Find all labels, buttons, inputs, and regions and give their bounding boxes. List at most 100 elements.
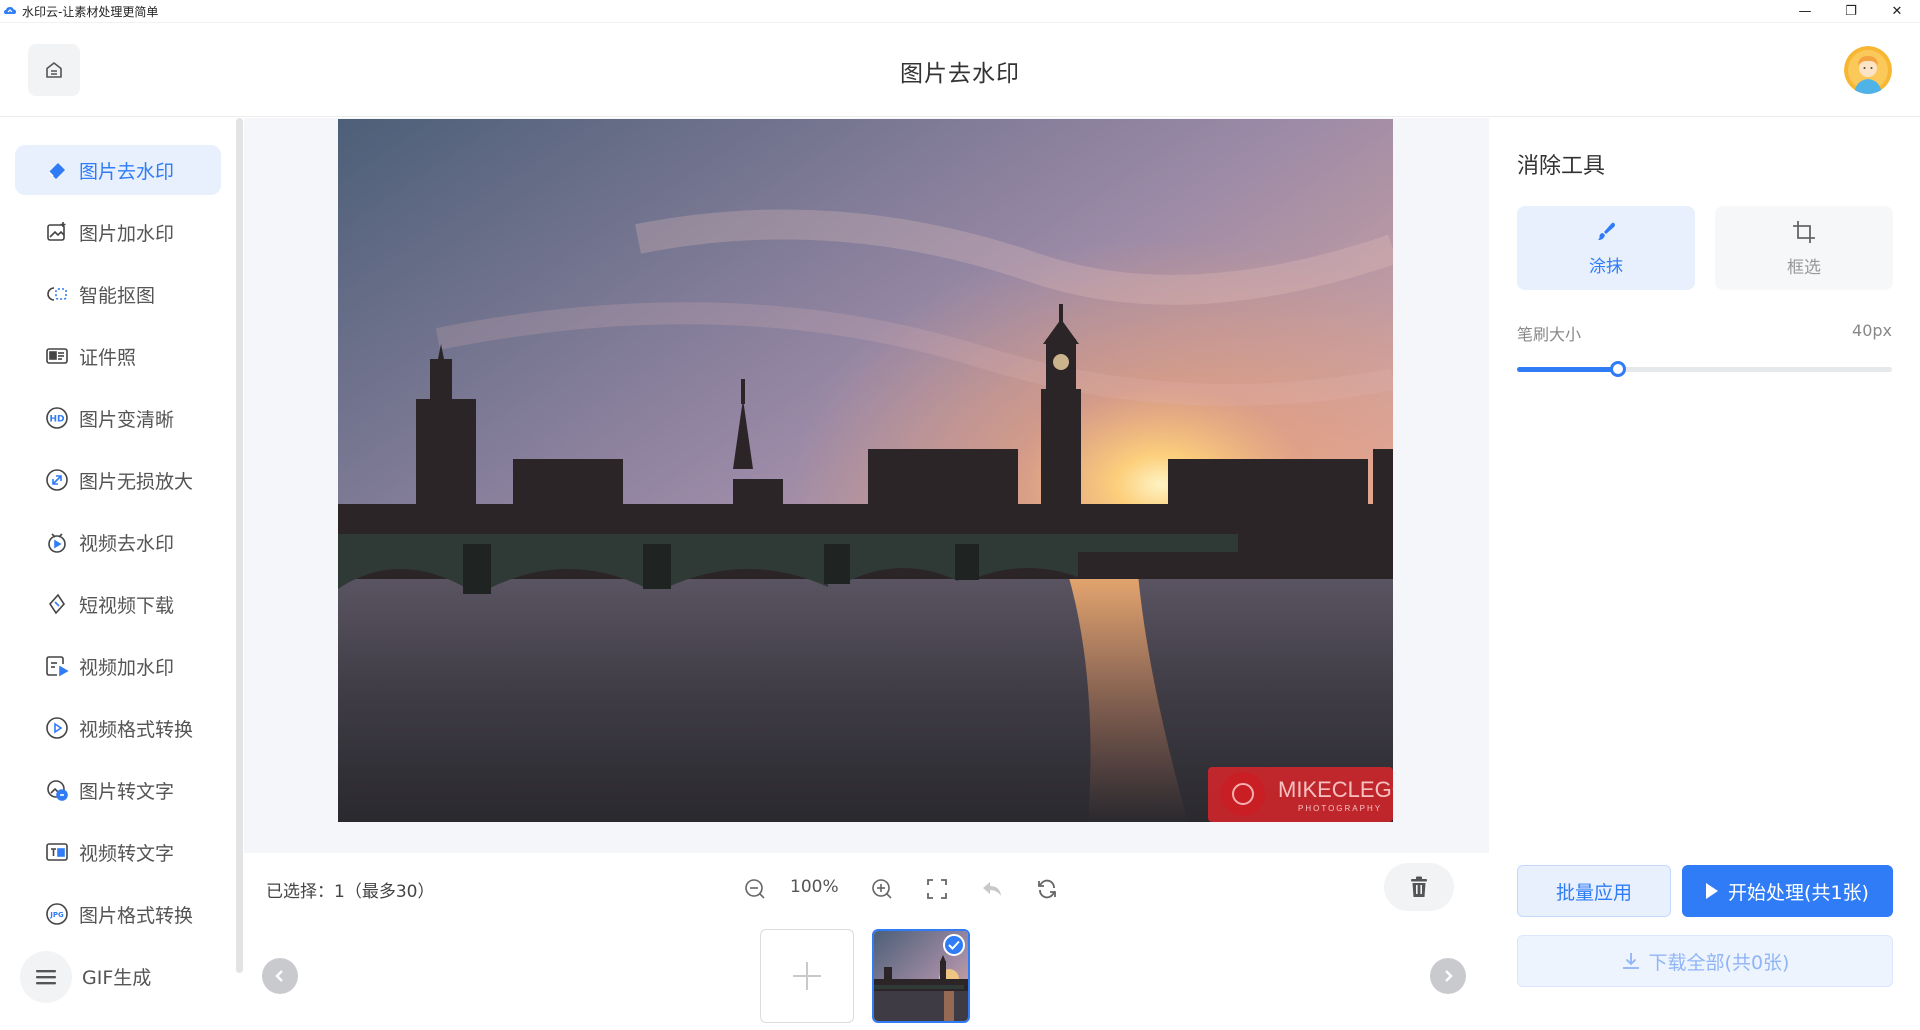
zoom-in-icon [872,879,892,899]
sidebar-item-video-to-text[interactable]: 视频转文字 [15,827,221,877]
box-select-mode-button[interactable]: 框选 [1715,206,1893,290]
window-title: 水印云-让素材处理更简单 [22,4,159,19]
zoom-out-button[interactable] [741,875,769,903]
jpg-icon: JPG [44,901,70,927]
watermark-text: MIKECLEGG [1278,777,1393,802]
image-thumbnail[interactable] [872,929,970,1023]
video-eraser-icon [44,529,70,555]
sidebar: 图片去水印 图片加水印 智能抠图 证件照 HD 图片变清晰 图片无损放大 视频去… [0,118,244,1030]
sidebar-item-image-remove-watermark[interactable]: 图片去水印 [15,145,221,195]
close-button[interactable]: ✕ [1874,0,1920,23]
app-logo-icon [4,7,16,14]
zoom-out-icon [745,879,765,899]
fit-screen-button[interactable] [923,875,951,903]
start-process-button[interactable]: 开始处理(共1张) [1682,865,1893,917]
sidebar-item-label: 图片格式转换 [79,904,194,927]
selection-count: 已选择：1（最多30） [266,882,435,902]
sidebar-item-smart-cutout[interactable]: 智能抠图 [15,269,221,319]
video-add-icon [44,653,70,679]
sidebar-item-label: 图片无损放大 [79,470,194,493]
sidebar-item-id-photo[interactable]: 证件照 [15,331,221,381]
sidebar-item-image-format-convert[interactable]: JPG 图片格式转换 [15,889,221,939]
sidebar-item-image-sharpen[interactable]: HD 图片变清晰 [15,393,221,443]
sidebar-collapse-button[interactable] [20,951,72,1003]
sidebar-item-label: 图片转文字 [79,780,175,803]
minimize-button[interactable]: — [1782,0,1828,23]
slider-fill [1517,367,1619,372]
user-avatar[interactable] [1844,46,1892,94]
svg-text:HD: HD [49,415,64,425]
zoom-in-button[interactable] [868,875,896,903]
app-header: 图片去水印 [0,23,1920,117]
brush-size-value: 40px [1852,321,1892,340]
cutout-icon [44,281,70,307]
sidebar-item-label: 视频加水印 [79,656,175,679]
next-page-button[interactable] [1430,958,1466,994]
sidebar-item-video-remove-watermark[interactable]: 视频去水印 [15,517,221,567]
chevron-left-icon [275,970,283,982]
refresh-icon [1038,879,1056,899]
brush-size-label: 笔刷大小 [1517,325,1582,344]
undo-icon [983,882,1001,896]
sidebar-item-video-format-convert[interactable]: 视频格式转换 [15,703,221,753]
thumbnail-strip [244,923,1489,1030]
canvas-toolbar: 已选择：1（最多30） 100% [244,853,1489,923]
sidebar-item-label: GIF生成 [82,966,152,989]
sidebar-item-label: 图片变清晰 [79,408,175,431]
edit-image[interactable]: MIKECLEGG PHOTOGRAPHY [338,119,1393,822]
watermark-subtext: PHOTOGRAPHY [1298,804,1382,813]
sidebar-item-image-to-text[interactable]: 图片转文字 [15,765,221,815]
panel-title: 消除工具 [1517,154,1606,179]
sidebar-item-label: 视频格式转换 [79,718,194,741]
image-text-icon [44,777,70,803]
slider-handle[interactable] [1610,361,1627,377]
hd-icon: HD [44,405,70,431]
link-icon [44,591,70,617]
prev-page-button[interactable] [262,958,298,994]
batch-apply-label: 批量应用 [1555,881,1632,904]
sidebar-scrollbar[interactable] [236,118,243,973]
batch-apply-button[interactable]: 批量应用 [1517,865,1671,917]
sidebar-item-label: 智能抠图 [79,284,156,307]
eraser-icon [44,157,70,183]
sidebar-item-video-add-watermark[interactable]: 视频加水印 [15,641,221,691]
download-icon [1621,951,1641,971]
brush-mode-button[interactable]: 涂抹 [1517,206,1695,290]
sidebar-item-label: 证件照 [79,346,137,369]
sidebar-item-short-video-download[interactable]: 短视频下载 [15,579,221,629]
download-all-button[interactable]: 下载全部(共0张) [1517,935,1893,987]
chevron-right-icon [1445,970,1453,982]
play-circle-icon [44,715,70,741]
image-add-icon [44,219,70,245]
sidebar-item-image-enlarge[interactable]: 图片无损放大 [15,455,221,505]
selected-check-icon [943,934,965,956]
add-image-button[interactable] [760,929,854,1023]
zoom-level: 100% [790,877,839,897]
sidebar-item-image-add-watermark[interactable]: 图片加水印 [15,207,221,257]
page-title: 图片去水印 [900,61,1020,87]
crop-icon [1793,220,1815,243]
delete-button[interactable] [1384,863,1454,911]
trash-icon [1411,876,1427,897]
undo-button[interactable] [978,875,1006,903]
brush-size-slider[interactable] [1517,361,1892,377]
maximize-button[interactable]: ❐ [1828,0,1874,23]
canvas-area: MIKECLEGG PHOTOGRAPHY [244,118,1489,853]
box-select-mode-label: 框选 [1787,257,1821,278]
svg-text:JPG: JPG [49,911,64,919]
id-card-icon [44,343,70,369]
plus-icon [793,962,821,990]
sidebar-item-label: 短视频下载 [79,594,175,617]
enlarge-icon [44,467,70,493]
sidebar-item-label: 视频去水印 [79,532,175,555]
start-process-label: 开始处理(共1张) [1728,881,1869,904]
video-text-icon [44,839,70,865]
download-all-label: 下载全部(共0张) [1648,951,1790,974]
tool-panel: 消除工具 涂抹 框选 笔刷大小 40px 批量应用 开始处理(共1张) 下载全部… [1489,118,1920,1030]
reset-button[interactable] [1033,875,1061,903]
menu-icon [36,970,56,985]
play-icon [1706,883,1719,899]
sidebar-item-label: 图片加水印 [79,222,175,245]
sidebar-item-label: 视频转文字 [79,842,175,865]
brush-icon [1598,222,1615,240]
